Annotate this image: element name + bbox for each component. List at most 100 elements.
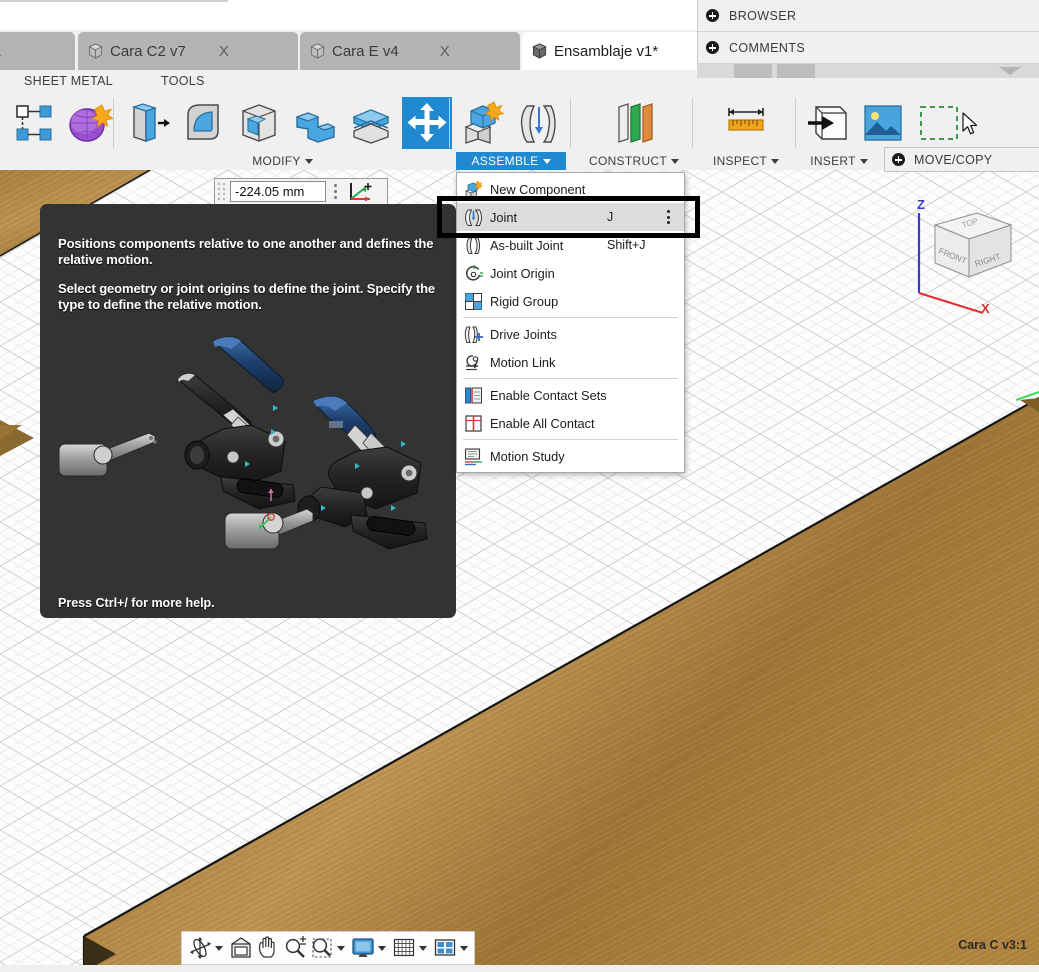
nav-look-at[interactable] — [228, 935, 254, 961]
split-face-icon[interactable] — [346, 97, 396, 149]
document-tab-3[interactable]: Ensamblaje v1* — [522, 32, 704, 70]
plus-circle-icon[interactable] — [892, 153, 905, 166]
menu-item-enable-all-contact[interactable]: Enable All Contact — [457, 409, 684, 437]
rigid-group-icon — [465, 292, 482, 310]
ribbon-group-assemble: ASSEMBLE — [456, 94, 566, 170]
insert-derive-icon[interactable] — [802, 97, 852, 149]
menu-item-drive-joints[interactable]: Drive Joints — [457, 320, 684, 348]
chevron-down-icon[interactable] — [419, 945, 427, 951]
menu-item-enable-contact-sets[interactable]: Enable Contact Sets — [457, 381, 684, 409]
insert-image-icon[interactable] — [858, 97, 908, 149]
menu-item-joint-origin[interactable]: Joint Origin — [457, 259, 684, 287]
nav-zoom[interactable] — [282, 935, 308, 961]
orbit-icon[interactable] — [187, 935, 213, 961]
drive-joints-icon — [464, 326, 483, 343]
document-tab-0[interactable]: 6 X — [0, 32, 75, 70]
timeline-bar[interactable] — [697, 64, 1039, 78]
joint-icon[interactable] — [514, 97, 564, 149]
chevron-down-icon[interactable] — [460, 945, 468, 951]
chevron-down-icon[interactable] — [999, 67, 1021, 75]
zoom-icon[interactable] — [282, 935, 308, 961]
grid-snaps-icon[interactable] — [391, 935, 417, 961]
menu-item-motion-study[interactable]: Motion Study — [457, 442, 684, 470]
drag-grip-icon[interactable] — [216, 179, 228, 204]
tab-close-icon[interactable]: X — [440, 43, 450, 60]
sketch-dimension-icon[interactable] — [8, 97, 58, 149]
panel-comments[interactable]: COMMENTS — [698, 32, 1039, 64]
menu-item-label: Enable Contact Sets — [490, 387, 607, 403]
timeline-segment[interactable] — [734, 64, 772, 78]
assemble-dropdown-menu[interactable]: New Component Joint J As-built Joint Shi… — [456, 172, 685, 473]
enable-all-contact-icon — [465, 414, 482, 432]
menu-item-label: Motion Link — [490, 354, 556, 370]
nav-pan[interactable] — [255, 935, 281, 961]
pan-icon[interactable] — [255, 935, 281, 961]
nav-orbit[interactable] — [187, 935, 227, 961]
shell-icon[interactable] — [234, 97, 284, 149]
tab-close-icon[interactable]: X — [219, 43, 229, 60]
component-cube-icon — [310, 43, 325, 59]
ribbon-group-quickaccess — [4, 94, 114, 170]
move-axis-icon[interactable] — [344, 179, 376, 204]
panel-browser[interactable]: BROWSER — [698, 0, 1039, 32]
display-settings-icon[interactable] — [350, 935, 376, 961]
document-tab-1[interactable]: Cara C2 v7 X — [78, 32, 298, 70]
ribbon-group-modify-label[interactable]: MODIFY — [120, 152, 445, 170]
document-tab-2[interactable]: Cara E v4 X — [300, 32, 520, 70]
tooltip-paragraph-1: Positions components relative to one ano… — [58, 236, 434, 267]
move-copy-icon[interactable] — [402, 97, 452, 149]
view-cube[interactable]: Z X TOP FRONT RIGHT — [905, 195, 1035, 315]
tab-close-icon[interactable]: X — [0, 43, 1, 60]
joint-icon — [465, 209, 483, 226]
ribbon-group-construct-text: CONSTRUCT — [588, 154, 668, 168]
mouse-cursor — [962, 112, 978, 135]
ribbon-tab-tools[interactable]: TOOLS — [161, 74, 205, 88]
more-options-icon[interactable] — [326, 179, 344, 204]
menu-item-rigid-group[interactable]: Rigid Group — [457, 287, 684, 315]
new-component-icon[interactable] — [458, 97, 508, 149]
look-at-icon[interactable] — [228, 935, 254, 961]
ribbon-tab-sheet-metal[interactable]: SHEET METAL — [24, 74, 113, 88]
menu-item-label: Motion Study — [490, 448, 565, 464]
chevron-down-icon[interactable] — [215, 945, 223, 951]
ribbon-group-construct-label[interactable]: CONSTRUCT — [582, 152, 686, 170]
menu-item-joint[interactable]: Joint J — [457, 203, 684, 231]
ribbon-group-assemble-label[interactable]: ASSEMBLE — [456, 152, 566, 170]
motion-link-icon — [466, 354, 479, 370]
chevron-down-icon[interactable] — [337, 945, 345, 951]
menu-item-motion-link[interactable]: Motion Link — [457, 348, 684, 376]
menu-item-shortcut: J — [607, 210, 614, 224]
dimension-value-field[interactable]: -224.05 mm — [230, 181, 326, 202]
combine-icon[interactable] — [290, 97, 340, 149]
tooltip-text: Positions components relative to one ano… — [40, 204, 456, 312]
chevron-down-icon[interactable] — [378, 945, 386, 951]
motion-study-icon — [464, 447, 482, 465]
menu-item-new-component[interactable]: New Component — [457, 175, 684, 203]
appearance-icon[interactable] — [64, 97, 114, 149]
nav-display-settings[interactable] — [350, 935, 390, 961]
ribbon-group-insert-label[interactable]: INSERT — [800, 152, 878, 170]
ribbon-group-inspect-text: INSPECT — [712, 154, 768, 168]
navigation-toolbar[interactable] — [181, 931, 475, 965]
plus-circle-icon[interactable] — [706, 41, 719, 54]
ribbon-group-quickaccess-label — [4, 152, 112, 170]
move-copy-label: MOVE/COPY — [914, 152, 993, 167]
insert-mesh-icon[interactable] — [914, 97, 964, 149]
nav-zoom-window[interactable] — [309, 935, 349, 961]
nav-viewports[interactable] — [432, 935, 472, 961]
nav-grid-snaps[interactable] — [391, 935, 431, 961]
plus-circle-icon[interactable] — [706, 9, 719, 22]
viewports-icon[interactable] — [432, 935, 458, 961]
fillet-icon[interactable] — [178, 97, 228, 149]
ribbon-group-inspect-label[interactable]: INSPECT — [700, 152, 792, 170]
measure-icon[interactable] — [721, 97, 771, 149]
more-options-icon[interactable] — [667, 210, 670, 224]
document-tab-label: Ensamblaje v1* — [554, 42, 659, 60]
offset-plane-icon[interactable] — [609, 97, 659, 149]
zoom-window-icon[interactable] — [309, 935, 335, 961]
dimension-input-box[interactable]: -224.05 mm — [214, 178, 388, 205]
press-pull-icon[interactable] — [122, 97, 172, 149]
move-copy-flyout[interactable]: MOVE/COPY — [884, 147, 1039, 172]
menu-item-as-built-joint[interactable]: As-built Joint Shift+J — [457, 231, 684, 259]
timeline-segment[interactable] — [777, 64, 815, 78]
